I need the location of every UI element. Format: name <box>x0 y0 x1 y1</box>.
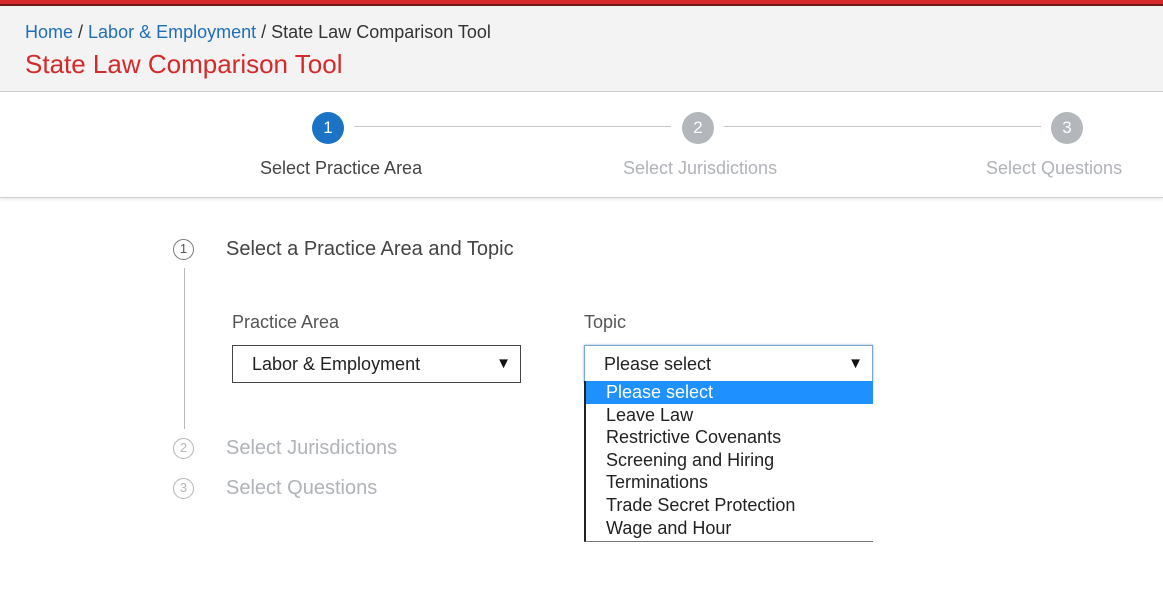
section-2-title[interactable]: Select Jurisdictions <box>226 437 397 460</box>
topic-option[interactable]: Wage and Hour <box>586 517 873 540</box>
topic-value: Please select <box>604 354 712 374</box>
section-1-title: Select a Practice Area and Topic <box>226 238 514 260</box>
page-header: Home / Labor & Employment / State Law Compar… <box>0 6 1163 92</box>
topic-label: Topic <box>584 312 627 332</box>
dropdown-arrow-icon: ▼ <box>496 355 511 372</box>
practice-area-label: Practice Area <box>232 312 340 332</box>
practice-area-select[interactable]: Labor & Employment ▼ <box>232 345 521 383</box>
breadcrumb-home-link[interactable]: Home <box>25 22 73 42</box>
step-1-circle[interactable]: 1 <box>312 112 344 144</box>
section-1-number-icon: 1 <box>173 239 194 260</box>
breadcrumb-section-link[interactable]: Labor & Employment <box>88 22 256 42</box>
step-3-circle[interactable]: 3 <box>1051 112 1083 144</box>
breadcrumb: Home / Labor & Employment / State Law Compar… <box>25 22 491 43</box>
topic-dropdown-list: Please select Leave Law Restrictive Cove… <box>584 381 873 542</box>
section-2-number-icon: 2 <box>173 438 194 459</box>
dropdown-arrow-icon: ▼ <box>848 355 863 372</box>
step-2-label[interactable]: Select Jurisdictions <box>623 158 777 179</box>
topic-option[interactable]: Please select <box>586 381 873 404</box>
topic-option[interactable]: Restrictive Covenants <box>586 426 873 449</box>
practice-area-value: Labor & Employment <box>252 354 421 374</box>
stepper-connector <box>354 126 671 127</box>
topic-option[interactable]: Screening and Hiring <box>586 449 873 472</box>
breadcrumb-current: State Law Comparison Tool <box>271 22 491 42</box>
section-3-number-icon: 3 <box>173 478 194 499</box>
breadcrumb-separator: / <box>261 22 267 42</box>
section-progress-line <box>184 268 185 429</box>
topic-select[interactable]: Please select ▼ <box>584 345 873 383</box>
page-title: State Law Comparison Tool <box>25 49 343 79</box>
step-3-label[interactable]: Select Questions <box>986 158 1122 179</box>
topic-option[interactable]: Terminations <box>586 471 873 494</box>
step-2-circle[interactable]: 2 <box>682 112 714 144</box>
topic-option[interactable]: Leave Law <box>586 404 873 427</box>
stepper-connector <box>724 126 1041 127</box>
breadcrumb-separator: / <box>78 22 84 42</box>
section-3-title[interactable]: Select Questions <box>226 477 377 500</box>
step-1-label[interactable]: Select Practice Area <box>260 158 422 179</box>
progress-stepper <box>0 92 1163 198</box>
topic-option[interactable]: Trade Secret Protection <box>586 494 873 517</box>
